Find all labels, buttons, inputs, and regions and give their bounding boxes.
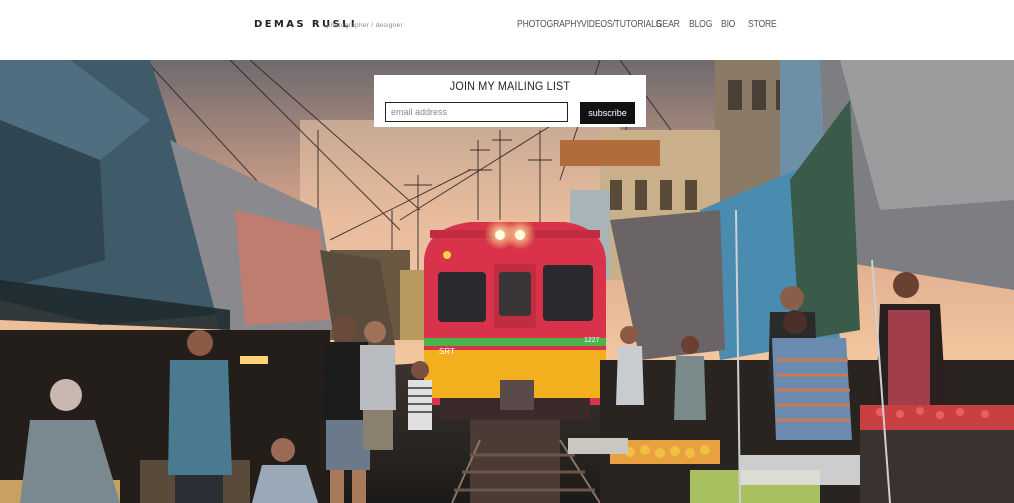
main-nav: PHOTOGRAPHY VIDEOS/TUTORIALS GEAR BLOG B… <box>0 19 1014 33</box>
site-header: DEMAS RUSLI photographer / designer PHOT… <box>0 0 1014 60</box>
mailing-list-title: JOIN MY MAILING LIST <box>449 79 571 93</box>
subscribe-button[interactable]: subscribe <box>580 102 635 124</box>
nav-item-videos-tutorials[interactable]: VIDEOS/TUTORIALS <box>581 19 661 30</box>
train-logo-text: SRT <box>439 347 455 356</box>
train: SRT 1227 <box>424 218 606 420</box>
nav-item-store[interactable]: STORE <box>748 19 777 30</box>
mailing-list-panel: JOIN MY MAILING LIST subscribe <box>374 75 646 127</box>
nav-item-blog[interactable]: BLOG <box>689 19 712 30</box>
nav-item-bio[interactable]: BIO <box>721 19 735 30</box>
nav-item-photography[interactable]: PHOTOGRAPHY <box>517 19 582 30</box>
train-number-text: 1227 <box>584 337 600 344</box>
nav-item-gear[interactable]: GEAR <box>656 19 680 30</box>
email-input[interactable] <box>385 102 568 122</box>
